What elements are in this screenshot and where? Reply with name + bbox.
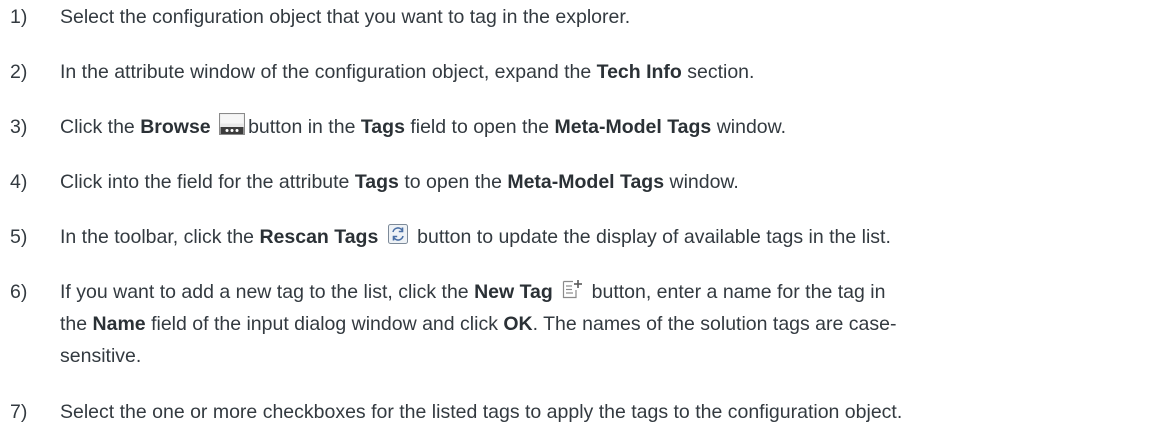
text-run: window.: [711, 116, 787, 138]
step-text: Click into the field for the attribute T…: [60, 166, 1168, 198]
text-run: . The names of the solution tags are cas…: [532, 313, 897, 335]
text-run: Click the: [60, 116, 141, 138]
text-run: section.: [681, 61, 755, 83]
step-number: 6): [10, 281, 28, 303]
ui-term-meta-model-tags: Meta-Model Tags: [507, 171, 665, 193]
step-line: Click the Browse button in the Tags fiel…: [60, 111, 1168, 143]
text-run: Click into the field for the attribute: [60, 171, 355, 193]
text-run: button in the: [248, 116, 361, 138]
text-run: to open the: [398, 171, 508, 193]
ui-term-tags: Tags: [360, 116, 405, 138]
step-text: Select the configuration object that you…: [60, 1, 1168, 33]
text-run: If you want to add a new tag to the list…: [60, 281, 475, 303]
text-run: window.: [664, 171, 739, 193]
step-number: 4): [10, 171, 28, 193]
step-text: Select the one or more checkboxes for th…: [60, 396, 1168, 428]
ui-term-new-tag: New Tag: [474, 281, 553, 303]
step-text: If you want to add a new tag to the list…: [60, 276, 1168, 372]
ui-term-browse: Browse: [140, 116, 211, 138]
ui-term-rescan-tags: Rescan Tags: [259, 226, 379, 248]
step-number: 3): [10, 116, 28, 138]
step-line: Click into the field for the attribute T…: [60, 166, 1168, 198]
new-tag-icon: [561, 278, 583, 310]
step-line: In the attribute window of the configura…: [60, 56, 1168, 88]
text-run: sensitive.: [60, 345, 142, 367]
step-number: 2): [10, 61, 28, 83]
step-line: Select the configuration object that you…: [60, 1, 1168, 33]
text-run: button to update the display of availabl…: [411, 226, 891, 248]
ui-term-tags: Tags: [354, 171, 399, 193]
browse-icon: [219, 113, 246, 145]
step-text: In the attribute window of the configura…: [60, 56, 1168, 88]
ui-term-name: Name: [92, 313, 146, 335]
step-line: Select the one or more checkboxes for th…: [60, 396, 1168, 428]
ui-term-tech-info: Tech Info: [596, 61, 682, 83]
text-run: In the attribute window of the configura…: [60, 61, 597, 83]
instructions-document: 1) Select the configuration object that …: [0, 0, 1168, 439]
step-text: Click the Browse button in the Tags fiel…: [60, 111, 1168, 143]
step-number: 1): [10, 6, 28, 28]
text-run: field of the input dialog window and cli…: [145, 313, 504, 335]
step-line: If you want to add a new tag to the list…: [60, 276, 1168, 308]
text-run: field to open the: [404, 116, 555, 138]
step-line: sensitive.: [60, 340, 1168, 372]
text-run: the: [60, 313, 93, 335]
step-line: the Name field of the input dialog windo…: [60, 308, 1168, 340]
ui-term-meta-model-tags: Meta-Model Tags: [554, 116, 712, 138]
ui-term-ok: OK: [503, 313, 533, 335]
step-number: 5): [10, 226, 28, 248]
step-number: 7): [10, 401, 28, 423]
text-run: In the toolbar, click the: [60, 226, 260, 248]
step-text: In the toolbar, click the Rescan Tags bu…: [60, 221, 1168, 253]
text-run: Select the one or more checkboxes for th…: [60, 401, 903, 423]
text-run: button, enter a name for the tag in: [586, 281, 886, 303]
rescan-icon: [387, 223, 409, 255]
text-run: Select the configuration object that you…: [60, 6, 631, 28]
step-line: In the toolbar, click the Rescan Tags bu…: [60, 221, 1168, 253]
